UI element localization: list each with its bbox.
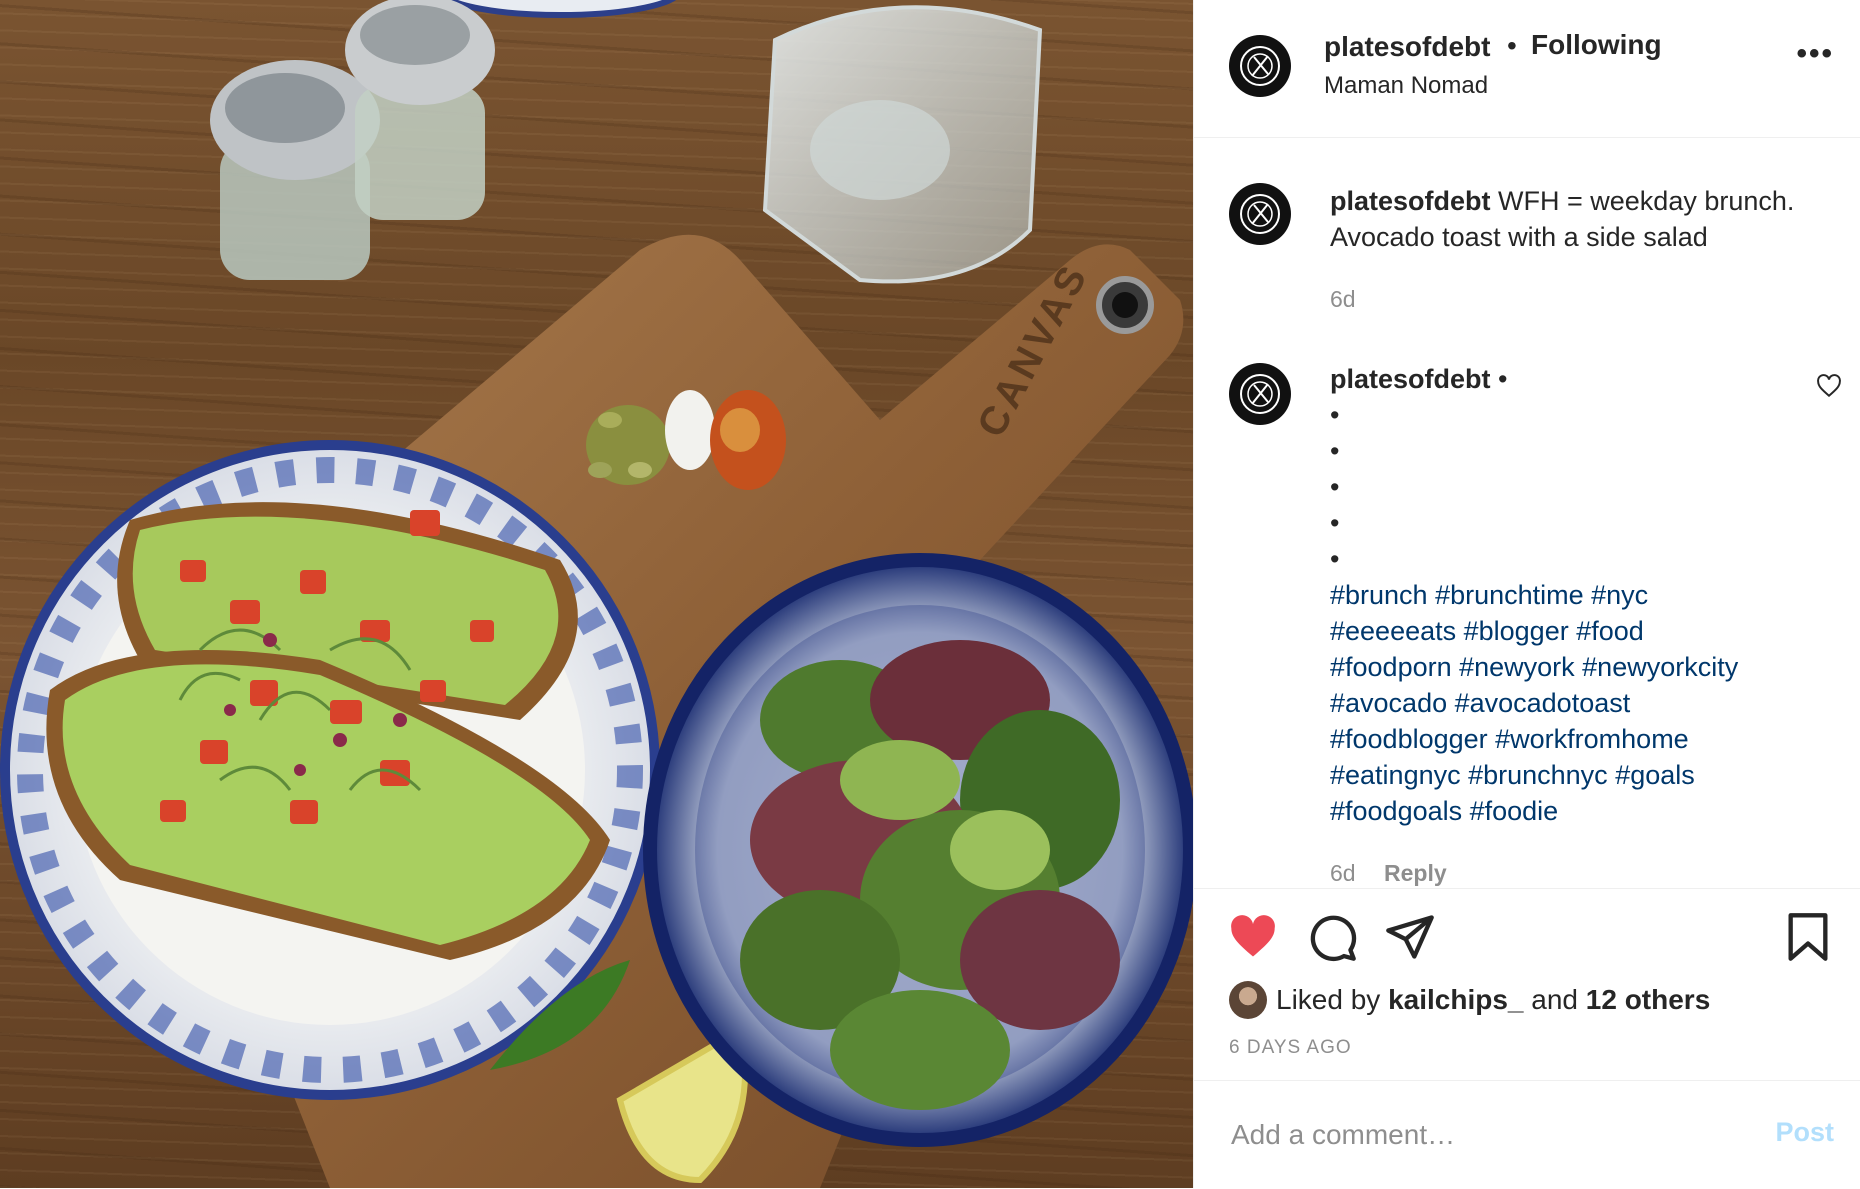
pepper-shaker <box>345 0 495 220</box>
plate-logo-icon <box>1240 46 1280 86</box>
bullet: • <box>1330 472 1340 502</box>
liked-and-label: and <box>1531 984 1578 1015</box>
bullet: • <box>1330 544 1340 574</box>
post-actions: Liked by kailchips_ and 12 others 6 DAYS… <box>1194 888 1860 1081</box>
photo-illustration: CANVAS <box>0 0 1193 1188</box>
hashtag-line[interactable]: #brunch #brunchtime #nyc <box>1330 577 1830 613</box>
comment-avatar[interactable] <box>1229 363 1291 425</box>
follow-button[interactable]: Following <box>1531 29 1662 61</box>
comment-username[interactable]: platesofdebt <box>1330 364 1491 394</box>
comments-section[interactable]: platesofdebt WFH = weekday brunch. Avoca… <box>1194 138 1860 888</box>
hashtag-line[interactable]: #eatingnyc #brunchnyc #goals <box>1330 757 1830 793</box>
bullet: • <box>1330 508 1340 538</box>
post-header: platesofdebt • Following Maman Nomad ••• <box>1194 0 1860 138</box>
salad-bowl <box>643 553 1193 1147</box>
save-bookmark-icon[interactable] <box>1782 911 1834 963</box>
post-location[interactable]: Maman Nomad <box>1324 72 1488 100</box>
liker-avatar[interactable] <box>1229 981 1267 1019</box>
caption-username[interactable]: platesofdebt <box>1330 186 1491 216</box>
likes-summary[interactable]: Liked by kailchips_ and 12 others <box>1276 984 1710 1016</box>
hashtag-line[interactable]: #foodgoals #foodie <box>1330 793 1830 829</box>
post-username[interactable]: platesofdebt <box>1324 31 1490 63</box>
post-details-panel: platesofdebt • Following Maman Nomad •••… <box>1193 0 1860 1188</box>
bullet: • <box>1330 400 1340 430</box>
more-options-icon[interactable]: ••• <box>1796 39 1834 69</box>
hashtag-line[interactable]: #foodporn #newyork #newyorkcity <box>1330 649 1830 685</box>
post-comment-button[interactable]: Post <box>1775 1117 1834 1148</box>
water-glass <box>762 5 1043 284</box>
like-comment-heart-icon[interactable] <box>1816 373 1842 399</box>
comment-input[interactable] <box>1229 1113 1713 1157</box>
post-photo[interactable]: CANVAS <box>0 0 1193 1188</box>
hashtag-line[interactable]: #avocado #avocadotoast <box>1330 685 1830 721</box>
share-plane-icon[interactable] <box>1384 911 1436 963</box>
salt-shaker <box>210 60 380 280</box>
plate-logo-icon <box>1240 194 1280 234</box>
caption-text: platesofdebt WFH = weekday brunch. Avoca… <box>1330 183 1830 255</box>
caption-time[interactable]: 6d <box>1330 286 1356 313</box>
liked-by-label: Liked by <box>1276 984 1381 1015</box>
comment-time[interactable]: 6d <box>1330 860 1356 887</box>
reply-button[interactable]: Reply <box>1384 860 1447 887</box>
avatar[interactable] <box>1229 35 1291 97</box>
hashtag-line[interactable]: #foodblogger #workfromhome <box>1330 721 1830 757</box>
hashtag-line[interactable]: #eeeeeats #blogger #food <box>1330 613 1830 649</box>
liked-user[interactable]: kailchips_ <box>1388 984 1523 1015</box>
like-heart-icon[interactable] <box>1227 911 1279 963</box>
separator-dot: • <box>1507 30 1517 61</box>
toast-plate <box>0 440 660 1100</box>
bullet: • <box>1330 436 1340 466</box>
post-timestamp[interactable]: 6 DAYS AGO <box>1229 1037 1352 1059</box>
comment-dot: • <box>1498 364 1508 394</box>
comment-text: platesofdebt • • • • • • #brunch #brunch… <box>1330 361 1830 829</box>
caption-avatar[interactable] <box>1229 183 1291 245</box>
plate-logo-icon <box>1240 374 1280 414</box>
comment-bubble-icon[interactable] <box>1306 911 1358 963</box>
liked-others[interactable]: 12 others <box>1586 984 1711 1015</box>
add-comment-bar: Post <box>1194 1080 1860 1189</box>
